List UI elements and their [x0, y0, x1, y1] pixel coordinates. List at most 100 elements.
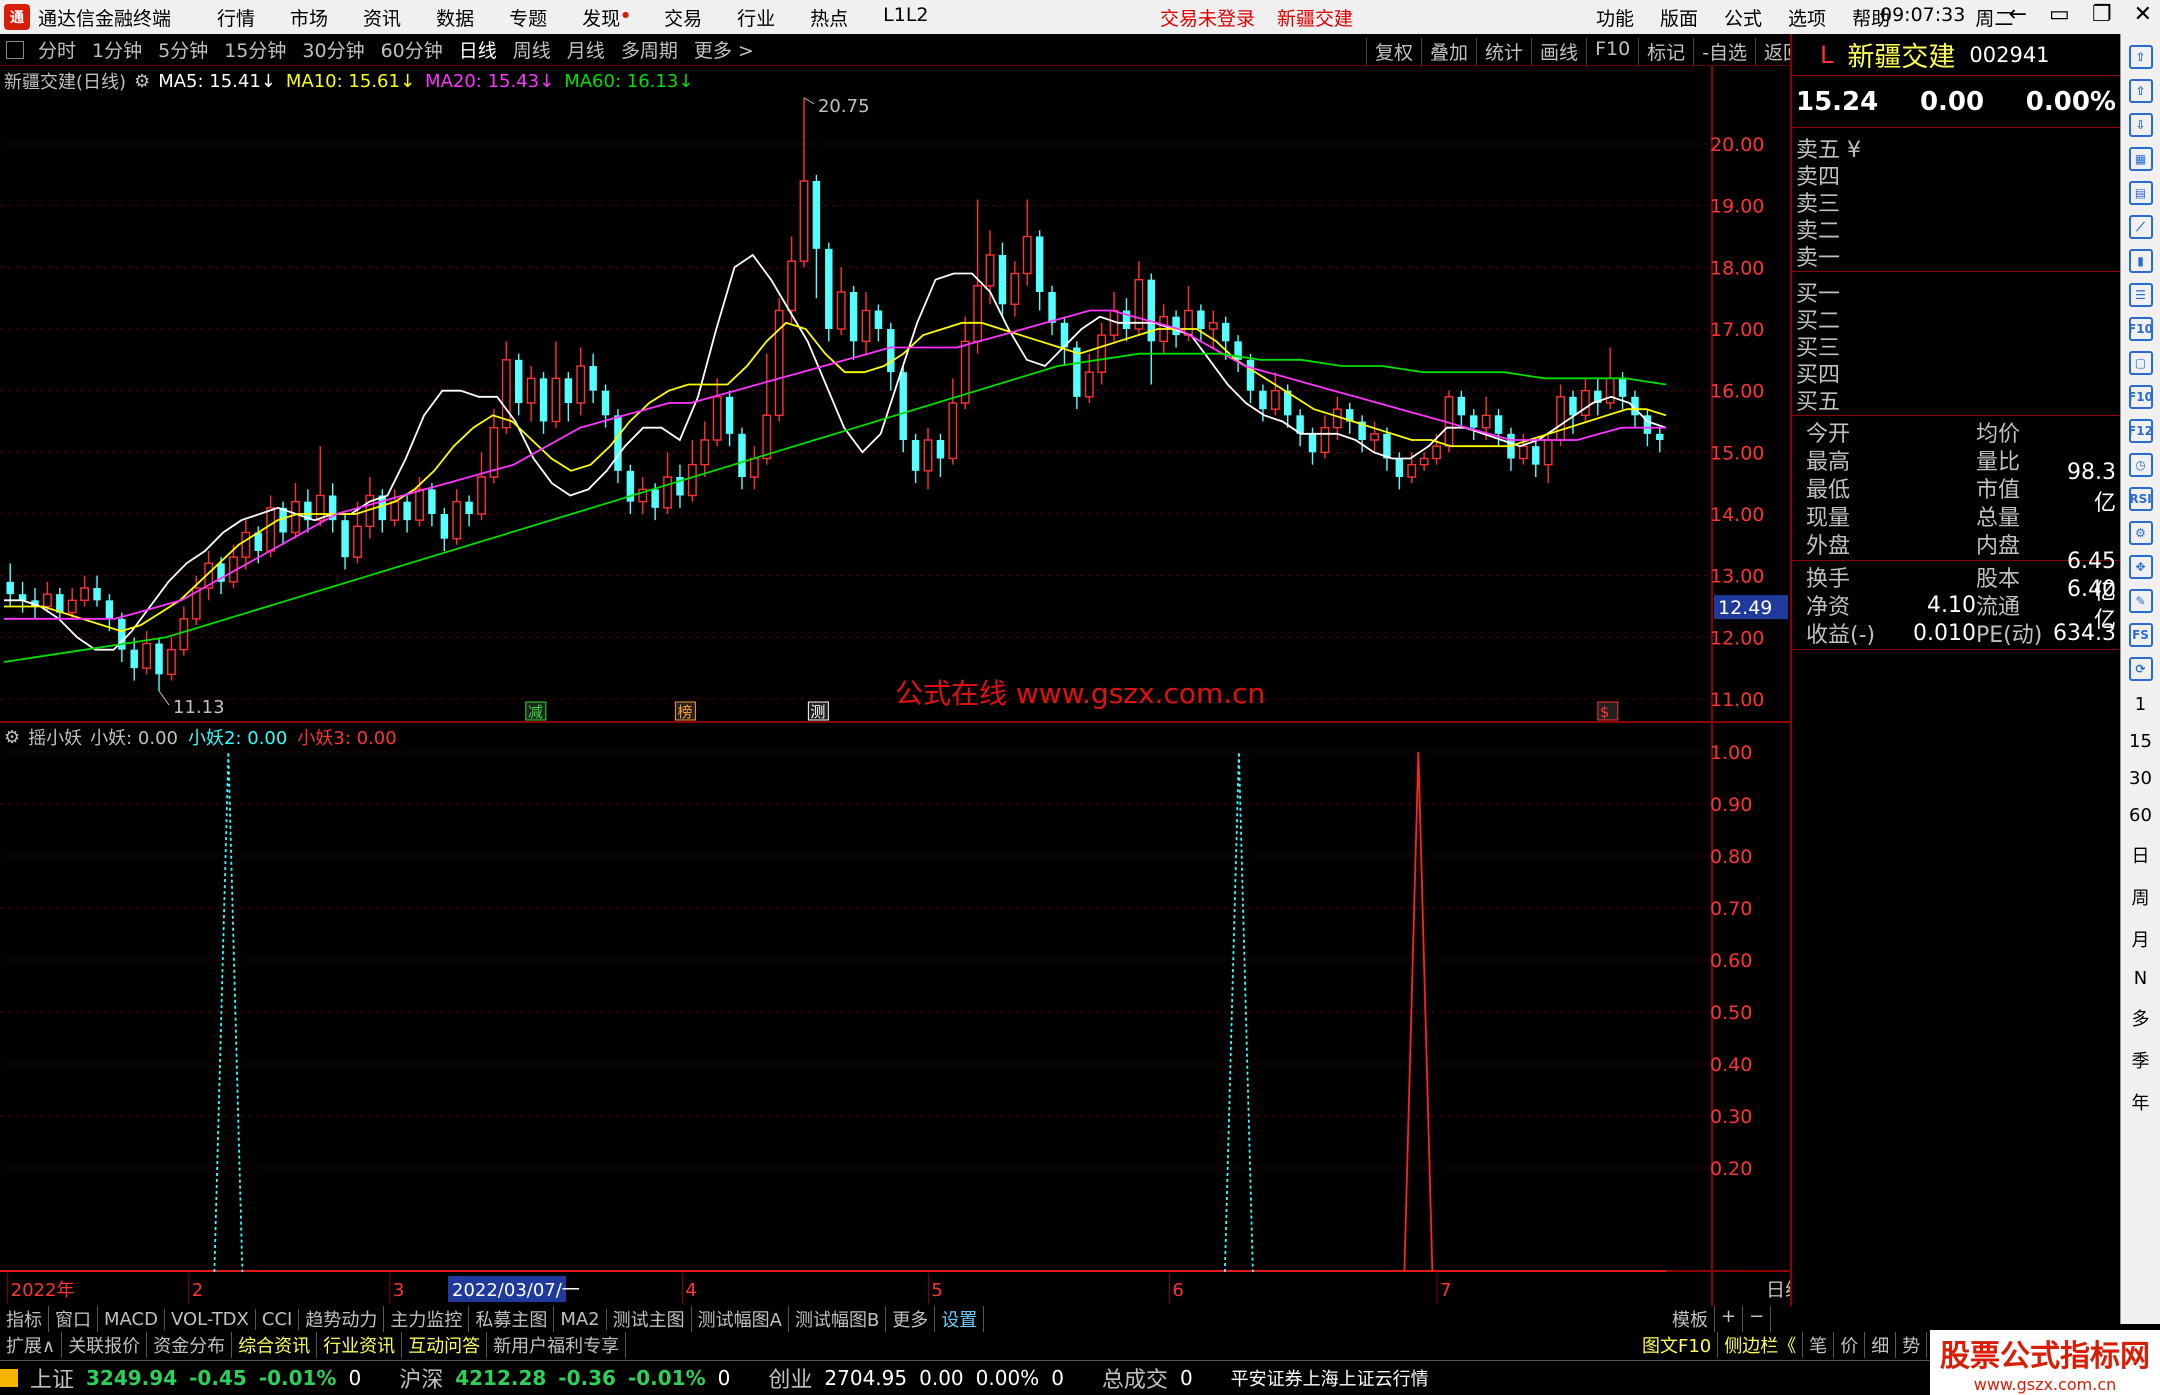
period-tab-10[interactable]: 更多 > [694, 36, 754, 63]
indicator-tab-5[interactable]: 趋势动力 [299, 1306, 385, 1332]
f10-icon[interactable]: F10 [2128, 317, 2153, 341]
right-menu-item-3[interactable]: 选项 [1788, 4, 1826, 31]
buy-level-1[interactable]: 买二 [1796, 303, 2116, 334]
extension-tab-right-4[interactable]: 细 [1865, 1332, 1897, 1358]
list-icon[interactable]: ☰ [2128, 283, 2153, 307]
tool-button-2[interactable]: 统计 [1476, 38, 1531, 65]
menu-item-4[interactable]: 专题 [509, 4, 547, 31]
period-tab-2[interactable]: 5分钟 [158, 36, 208, 63]
rsi-icon[interactable]: RSI [2128, 487, 2153, 511]
period-tab-1[interactable]: 1分钟 [92, 36, 142, 63]
right-menu-item-2[interactable]: 公式 [1724, 4, 1762, 31]
right-menu-item-0[interactable]: 功能 [1596, 4, 1634, 31]
tool-button-6[interactable]: -自选 [1693, 38, 1755, 65]
menu-item-3[interactable]: 数据 [436, 4, 474, 31]
period-tab-9[interactable]: 多周期 [621, 36, 678, 63]
back-icon[interactable]: ← [2009, 2, 2027, 27]
menu-item-9[interactable]: L1L2 [883, 4, 928, 31]
period-tab-5[interactable]: 60分钟 [381, 36, 443, 63]
indicator-tab-right-0[interactable]: 模板 [1666, 1306, 1715, 1332]
trade-login-status[interactable]: 交易未登录 [1160, 4, 1255, 31]
extension-tab-5[interactable]: 互动问答 [402, 1332, 488, 1358]
layout-toggle-icon[interactable] [6, 40, 24, 59]
period-tab-8[interactable]: 月线 [567, 36, 605, 63]
legend-toggle-icon[interactable]: ⚙ [134, 71, 150, 92]
extension-tab-2[interactable]: 资金分布 [147, 1332, 233, 1358]
signal-marker[interactable]: 减 [528, 703, 543, 721]
gear-icon[interactable]: ⚙ [2128, 521, 2153, 545]
indicator-tab-right-1[interactable]: + [1715, 1306, 1744, 1332]
minimize-icon[interactable]: ▭ [2049, 2, 2070, 27]
restore-icon[interactable]: ❐ [2092, 2, 2112, 27]
buy-level-2[interactable]: 买三 [1796, 330, 2116, 361]
sub-legend-toggle-icon[interactable]: ⚙ [4, 727, 20, 748]
tool-button-0[interactable]: 复权 [1366, 38, 1421, 65]
period-tab-4[interactable]: 30分钟 [302, 36, 364, 63]
chart-icon[interactable]: ▦ [2128, 147, 2153, 171]
extension-tab-1[interactable]: 关联报价 [62, 1332, 148, 1358]
doc-icon[interactable]: ▢ [2128, 351, 2153, 375]
tool-button-4[interactable]: F10 [1586, 38, 1638, 65]
move-icon[interactable]: ✥ [2128, 555, 2153, 579]
extension-tab-right-3[interactable]: 价 [1834, 1332, 1866, 1358]
indicator-tab-3[interactable]: VOL-TDX [165, 1308, 256, 1330]
period-tab-0[interactable]: 分时 [38, 36, 76, 63]
bars-icon[interactable]: ▮ [2128, 249, 2153, 273]
indicator-tab-11[interactable]: 测试幅图B [789, 1306, 887, 1332]
period-tab-3[interactable]: 15分钟 [224, 36, 286, 63]
extension-tab-4[interactable]: 行业资讯 [317, 1332, 403, 1358]
tool-button-1[interactable]: 叠加 [1421, 38, 1476, 65]
status-server[interactable]: 平安证券上海上证云行情 [1231, 1365, 1429, 1391]
sidebar-period-4[interactable]: 日 [2132, 842, 2150, 868]
down-arrow-icon[interactable]: ⇩ [2128, 113, 2153, 137]
kline-chart[interactable]: 20.00 19.00 18.00 17.00 16.00 15.00 14.00 13.00… [0, 66, 1790, 1306]
pen-icon[interactable]: ✎ [2128, 589, 2153, 613]
buy-level-3[interactable]: 买四 [1796, 357, 2116, 388]
menu-item-0[interactable]: 行情 [217, 4, 255, 31]
up-arrow-icon[interactable]: ⇧ [2128, 45, 2153, 69]
indicator-tab-2[interactable]: MACD [98, 1308, 165, 1330]
sell-level-3[interactable]: 卖二 [1796, 213, 2116, 244]
buy-level-4[interactable]: 买五 [1796, 384, 2116, 415]
indicator-tab-13[interactable]: 设置 [935, 1306, 985, 1332]
sidebar-period-1[interactable]: 15 [2129, 731, 2152, 752]
buy-level-0[interactable]: 买一 [1796, 276, 2116, 307]
quote-stock-name[interactable]: 新疆交建 [1847, 35, 1955, 74]
grid-icon[interactable]: ▤ [2128, 181, 2153, 205]
chart-area[interactable]: 20.00 19.00 18.00 17.00 16.00 15.00 14.00 13.00… [0, 66, 1790, 1306]
menu-item-5[interactable]: 发现 [582, 4, 629, 31]
sidebar-period-10[interactable]: 年 [2132, 1089, 2150, 1115]
period-tab-7[interactable]: 周线 [513, 36, 551, 63]
status-hs[interactable]: 沪深 4212.28 -0.36 -0.01% 0 [399, 1362, 730, 1394]
indicator-tab-12[interactable]: 更多 [886, 1306, 936, 1332]
indicator-tab-7[interactable]: 私募主图 [469, 1306, 555, 1332]
sell-level-2[interactable]: 卖三 [1796, 186, 2116, 217]
menu-item-8[interactable]: 热点 [810, 4, 848, 31]
up-arrow-icon[interactable]: ⇧ [2128, 79, 2153, 103]
sell-level-1[interactable]: 卖四 [1796, 159, 2116, 190]
indicator-tab-1[interactable]: 窗口 [49, 1306, 98, 1332]
sidebar-period-6[interactable]: 月 [2132, 926, 2150, 952]
sidebar-period-5[interactable]: 周 [2132, 884, 2150, 910]
status-sh[interactable]: 上证 3249.94 -0.45 -0.01% 0 [0, 1362, 361, 1394]
indicator-tab-10[interactable]: 测试幅图A [692, 1306, 789, 1332]
menu-item-6[interactable]: 交易 [664, 4, 702, 31]
menu-item-1[interactable]: 市场 [290, 4, 328, 31]
fs-icon[interactable]: FS [2128, 623, 2153, 647]
indicator-tab-6[interactable]: 主力监控 [384, 1306, 470, 1332]
tool-button-5[interactable]: 标记 [1638, 38, 1693, 65]
signal-marker[interactable]: 榜 [677, 703, 692, 721]
extension-tab-right-2[interactable]: 笔 [1803, 1332, 1835, 1358]
sell-level-4[interactable]: 卖一 [1796, 240, 2116, 271]
clock-icon[interactable]: ◷ [2128, 453, 2153, 477]
sidebar-period-8[interactable]: 多 [2132, 1005, 2150, 1031]
sell-level-0[interactable]: 卖五 ¥ [1796, 132, 2116, 163]
sidebar-period-0[interactable]: 1 [2135, 694, 2146, 715]
menu-item-2[interactable]: 资讯 [363, 4, 401, 31]
close-icon[interactable]: ✕ [2134, 2, 2152, 27]
status-cy[interactable]: 创业 2704.95 0.00 0.00% 0 [768, 1362, 1064, 1394]
tool-button-3[interactable]: 画线 [1531, 38, 1586, 65]
sidebar-period-2[interactable]: 30 [2129, 768, 2152, 789]
right-menu-item-1[interactable]: 版面 [1660, 4, 1698, 31]
signal-marker[interactable]: 测 [810, 703, 825, 721]
